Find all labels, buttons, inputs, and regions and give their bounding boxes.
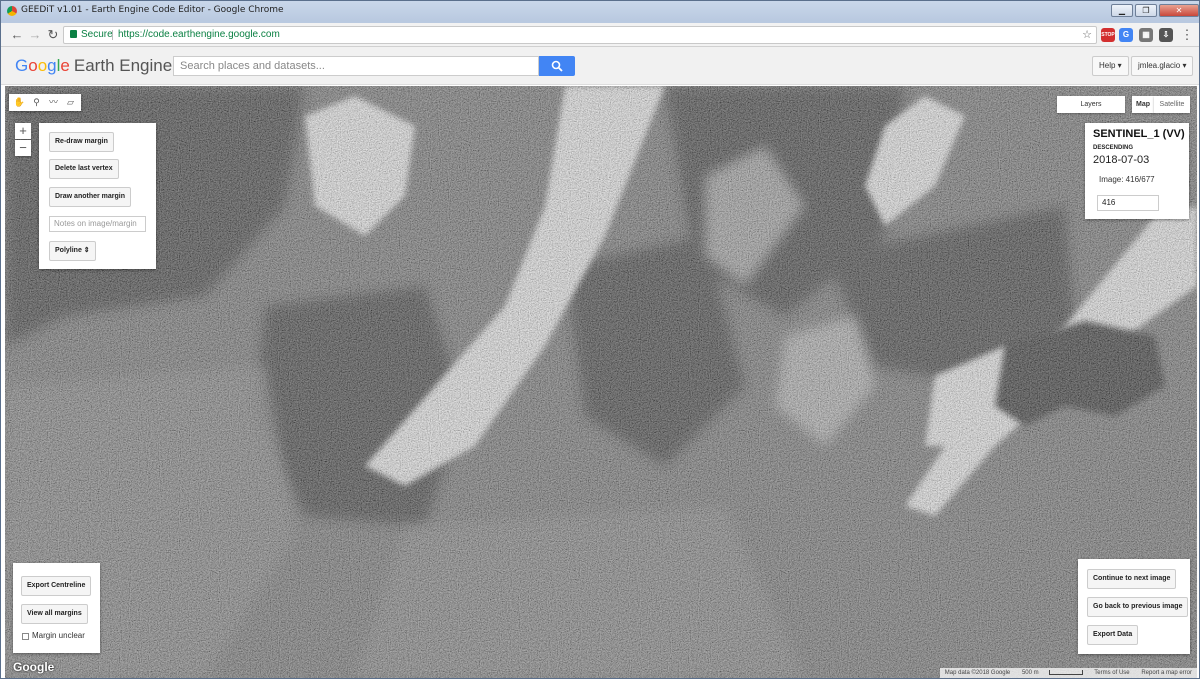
next-image-button[interactable]: Continue to next image [1087,569,1177,589]
google-watermark: Google [13,660,55,674]
search-button[interactable] [539,56,575,76]
hand-tool-icon[interactable]: ✋ [11,94,28,111]
scale-label: 500 m [1021,670,1039,676]
url-text: https://code.earthengine.google.com [118,29,280,40]
map-data-credit: Map data ©2018 Google [944,670,1011,676]
close-window-button[interactable]: ✕ [1159,4,1199,17]
geometry-type-value: Polyline [55,247,82,254]
zoom-in-button[interactable]: + [15,123,31,139]
image-info-panel: SENTINEL_1 (VV) DESCENDING 2018-07-03 Im… [1085,123,1189,219]
scale-bar [1048,669,1083,675]
select-arrows-icon: ⇕ [83,247,90,254]
delete-last-vertex-button[interactable]: Delete last vertex [49,159,119,179]
address-bar[interactable]: Secure https://code.earthengine.google.c… [63,26,1097,44]
search-input[interactable]: Search places and datasets... [173,56,539,76]
sar-image-layer [5,86,1197,678]
map-attribution: Map data ©2018 Google 500 m Terms of Use… [939,668,1197,678]
save-extension-icon[interactable]: ⇩ [1159,28,1173,42]
draw-another-margin-button[interactable]: Draw another margin [49,187,132,207]
forward-arrow-icon[interactable]: → [27,27,43,43]
dataset-title: SENTINEL_1 (VV) [1093,128,1185,140]
previous-image-button[interactable]: Go back to previous image [1087,597,1189,617]
help-button[interactable]: Help ▾ [1092,56,1129,76]
image-navigation-panel: Continue to next image Go back to previo… [1078,559,1190,654]
google-earth-engine-logo: Google Earth Engine [15,56,173,75]
marker-tool-icon[interactable]: ⚲ [28,94,45,111]
image-date: 2018-07-03 [1093,154,1150,166]
browser-toolbar: ← → ↻ Secure https://code.earthengine.go… [1,23,1199,47]
digitize-panel: Re-draw margin Delete last vertex Draw a… [39,123,156,269]
address-separator [112,30,113,40]
reload-icon[interactable]: ↻ [45,27,61,43]
export-data-button[interactable]: Export Data [1087,625,1139,645]
terms-link[interactable]: Terms of Use [1094,670,1129,676]
geometry-type-select[interactable]: Polyline ⇕ [49,241,96,261]
earth-engine-header: Google Earth Engine Search places and dat… [1,47,1199,85]
secure-label: Secure [81,29,113,40]
export-centreline-button[interactable]: Export Centreline [21,576,92,596]
translate-extension-icon[interactable]: G [1119,28,1133,42]
polygon-tool-icon[interactable]: ▱ [62,94,79,111]
user-account-button[interactable]: jmlea.glacio ▾ [1131,56,1194,76]
browser-window: GEEDiT v1.01 - Earth Engine Code Editor … [0,0,1200,679]
notes-input[interactable]: Notes on image/margin [49,216,146,232]
redraw-margin-button[interactable]: Re-draw margin [49,132,114,152]
layers-button[interactable]: Layers [1057,96,1125,113]
margin-unclear-checkbox[interactable] [22,633,29,640]
margin-unclear-label: Margin unclear [32,631,85,640]
zoom-out-button[interactable]: − [15,140,31,156]
minimize-button[interactable]: ▁ [1111,4,1133,17]
maximize-button[interactable]: ❐ [1135,4,1157,17]
back-arrow-icon[interactable]: ← [9,27,25,43]
bookmark-star-icon[interactable]: ☆ [1082,27,1092,43]
title-bar: GEEDiT v1.01 - Earth Engine Code Editor … [1,1,1199,21]
stop-extension-icon[interactable]: STOP [1101,28,1115,42]
report-error-link[interactable]: Report a map error [1141,670,1192,676]
map-type-map-button[interactable]: Map [1132,96,1154,113]
export-panel: Export Centreline View all margins Margi… [13,563,100,653]
chrome-icon [7,6,17,16]
orbit-direction: DESCENDING [1093,145,1134,151]
grid-extension-icon[interactable]: ▦ [1139,28,1153,42]
map-canvas[interactable]: ✋ ⚲ 〰 ▱ + − Re-draw margin Delete last v… [5,86,1197,678]
image-counter: Image: 416/677 [1099,175,1155,184]
search-icon [551,60,563,72]
lock-icon [70,30,77,38]
line-tool-icon[interactable]: 〰 [45,94,62,111]
map-type-satellite-button[interactable]: Satellite [1154,96,1190,113]
image-number-input[interactable]: 416 [1097,195,1159,211]
drawing-toolbar: ✋ ⚲ 〰 ▱ [9,94,81,111]
chrome-menu-icon[interactable]: ⋮ [1179,27,1195,43]
window-title: GEEDiT v1.01 - Earth Engine Code Editor … [21,5,284,15]
view-all-margins-button[interactable]: View all margins [21,604,88,624]
